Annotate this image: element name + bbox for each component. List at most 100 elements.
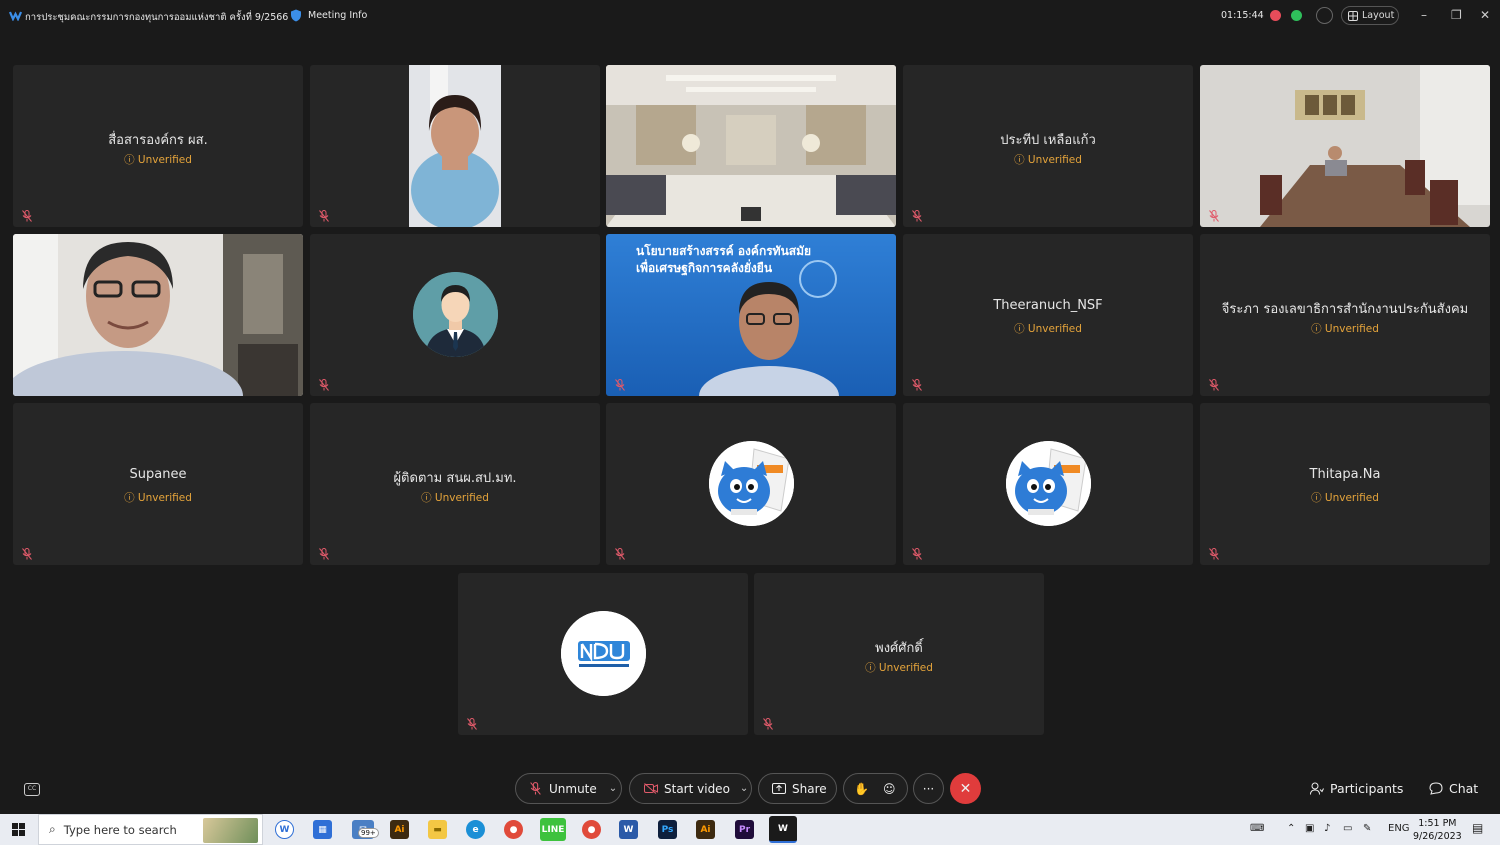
- avatar: [413, 272, 498, 357]
- people-icon: [1310, 782, 1324, 795]
- unverified-badge: ⓘ Unverified: [124, 492, 192, 504]
- unverified-badge: ⓘ Unverified: [124, 154, 192, 166]
- keyboard-icon[interactable]: ⌨: [1250, 823, 1264, 834]
- network-icon[interactable]: ▣: [1305, 823, 1314, 834]
- close-icon: ✕: [959, 780, 972, 797]
- raise-hand-icon[interactable]: ✋: [854, 782, 869, 796]
- participant-tile[interactable]: [310, 65, 600, 227]
- unverified-badge: ⓘ Unverified: [1014, 323, 1082, 335]
- clock-time: 1:51 PM: [1418, 818, 1457, 829]
- chrome-icon[interactable]: ●: [504, 820, 523, 839]
- muted-mic-icon: [530, 782, 541, 795]
- display-icon[interactable]: ▭: [1343, 823, 1352, 834]
- participant-video: [409, 65, 501, 227]
- taskbar-clock[interactable]: 1:51 PM 9/26/2023: [1413, 817, 1462, 843]
- line-icon[interactable]: LINE: [540, 818, 566, 841]
- participant-tile[interactable]: [13, 234, 303, 396]
- zoom-icon[interactable]: [1316, 7, 1333, 24]
- grid-icon: [1348, 10, 1358, 21]
- close-icon[interactable]: ✕: [1480, 8, 1490, 22]
- file-explorer-icon[interactable]: ▬: [428, 820, 447, 839]
- participant-tile[interactable]: [458, 573, 748, 735]
- chat-bubble-icon: [1429, 782, 1443, 795]
- unmute-button[interactable]: Unmute ⌄: [515, 773, 622, 804]
- search-icon: ⌕: [49, 822, 56, 836]
- photoshop-icon[interactable]: Ps: [658, 820, 677, 839]
- meeting-app-icon[interactable]: W: [769, 816, 797, 843]
- participant-tile[interactable]: ประทีป เหลือแก้ว ⓘ Unverified: [903, 65, 1193, 227]
- participant-video: [606, 65, 896, 227]
- muted-mic-icon: [1209, 210, 1219, 222]
- store-icon[interactable]: ▦: [313, 820, 332, 839]
- unverified-badge: ⓘ Unverified: [865, 662, 933, 674]
- nsf-logo-avatar: [561, 611, 646, 696]
- chat-label: Chat: [1449, 781, 1479, 796]
- pen-icon[interactable]: ✎: [1363, 823, 1371, 834]
- windows-taskbar: ⌕ Type here to search W ▦ ✉ 99+ Ai ▬ e ●…: [0, 814, 1500, 845]
- participant-tile[interactable]: Thitapa.Na ⓘ Unverified: [1200, 403, 1490, 565]
- language-indicator[interactable]: ENG: [1388, 823, 1410, 834]
- muted-mic-icon: [467, 718, 477, 730]
- muted-mic-icon: [22, 548, 32, 560]
- participant-video: [13, 234, 303, 396]
- mascot-avatar: [709, 441, 794, 526]
- taskbar-search-box[interactable]: ⌕ Type here to search: [38, 814, 263, 845]
- participant-name: Thitapa.Na: [1309, 467, 1381, 482]
- meeting-timer: 01:15:44: [1221, 10, 1264, 21]
- volume-icon[interactable]: ♪: [1324, 823, 1330, 834]
- participant-tile[interactable]: Supanee ⓘ Unverified: [13, 403, 303, 565]
- notification-icon[interactable]: ▤: [1472, 821, 1483, 835]
- participant-tile[interactable]: จีระภา รองเลขาธิการสำนักงานประกันสังคม ⓘ…: [1200, 234, 1490, 396]
- chrome-profile-icon[interactable]: ●: [582, 820, 601, 839]
- chevron-up-icon[interactable]: ⌃: [1287, 823, 1295, 834]
- participant-name: ประทีป เหลือแก้ว: [1000, 133, 1096, 148]
- chat-button[interactable]: Chat: [1429, 781, 1478, 796]
- muted-mic-icon: [912, 379, 922, 391]
- windows-start-icon[interactable]: [12, 823, 25, 836]
- muted-mic-icon: [615, 548, 625, 560]
- leave-meeting-button[interactable]: ✕: [950, 773, 981, 804]
- minimize-icon[interactable]: –: [1421, 8, 1427, 22]
- muted-mic-icon: [1209, 379, 1219, 391]
- participant-tile[interactable]: [606, 65, 896, 227]
- mail-badge: 99+: [358, 828, 379, 838]
- participant-tile[interactable]: Theeranuch_NSF ⓘ Unverified: [903, 234, 1193, 396]
- share-label: Share: [792, 781, 827, 796]
- start-video-button[interactable]: Start video ⌄: [629, 773, 752, 804]
- chevron-down-icon[interactable]: ⌄: [609, 783, 617, 794]
- chevron-down-icon[interactable]: ⌄: [740, 783, 748, 794]
- connection-status-icon[interactable]: [1291, 10, 1302, 21]
- edge-icon[interactable]: e: [466, 820, 485, 839]
- recording-indicator-icon[interactable]: [1270, 10, 1281, 21]
- emoji-icon[interactable]: ☺: [883, 782, 896, 796]
- word-icon[interactable]: W: [619, 820, 638, 839]
- share-button[interactable]: Share: [758, 773, 837, 804]
- layout-button[interactable]: Layout: [1341, 6, 1399, 25]
- captions-icon[interactable]: CC: [24, 783, 40, 796]
- illustrator-icon[interactable]: Ai: [390, 820, 409, 839]
- participant-name: พงศ์ศักดิ์: [875, 641, 923, 656]
- mascot-avatar: [1006, 441, 1091, 526]
- participants-button[interactable]: Participants: [1310, 781, 1403, 796]
- app-w-icon[interactable]: W: [275, 820, 294, 839]
- participant-tile[interactable]: พงศ์ศักดิ์ ⓘ Unverified: [754, 573, 1044, 735]
- participant-tile[interactable]: [1200, 65, 1490, 227]
- participant-tile[interactable]: ผู้ติดตาม สนผ.สป.มท. ⓘ Unverified: [310, 403, 600, 565]
- more-options-icon[interactable]: ···: [913, 773, 944, 804]
- participant-tile[interactable]: [310, 234, 600, 396]
- muted-mic-icon: [912, 548, 922, 560]
- participant-tile[interactable]: [903, 403, 1193, 565]
- meeting-window: การประชุมคณะกรรมการกองทุนการออมแห่งชาติ …: [0, 0, 1500, 845]
- restore-icon[interactable]: ❐: [1451, 8, 1462, 22]
- premiere-icon[interactable]: Pr: [735, 820, 754, 839]
- reactions-group: ✋ ☺: [843, 773, 908, 804]
- illustrator-icon[interactable]: Ai: [696, 820, 715, 839]
- unverified-badge: ⓘ Unverified: [1311, 323, 1379, 335]
- muted-mic-icon: [615, 379, 625, 391]
- participant-tile[interactable]: [606, 403, 896, 565]
- participant-tile[interactable]: สื่อสารองค์กร ผส. ⓘ Unverified: [13, 65, 303, 227]
- participant-tile[interactable]: นโยบายสร้างสรรค์ องค์กรทันสมัย เพื่อเศรษ…: [606, 234, 896, 396]
- meeting-info-link[interactable]: Meeting Info: [308, 10, 367, 21]
- participant-name: Supanee: [129, 467, 187, 482]
- shield-icon[interactable]: [290, 9, 302, 22]
